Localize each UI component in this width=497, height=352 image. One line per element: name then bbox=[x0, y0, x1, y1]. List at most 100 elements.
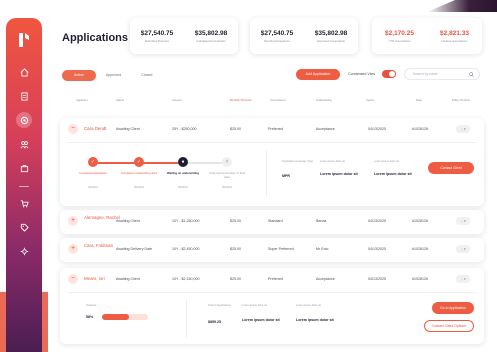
section-divider bbox=[186, 300, 187, 338]
stat-value: $27,540.75 bbox=[260, 29, 294, 37]
go-to-application-button[interactable]: Go to Application bbox=[432, 302, 474, 314]
carrier-cell: Banda bbox=[316, 219, 327, 223]
stat-label: Pending Acceptance bbox=[264, 38, 290, 43]
stat-calculated-commission: $35,802.98 Calculated Commission bbox=[195, 30, 228, 43]
step-label: Waiting on underwriting bbox=[167, 171, 199, 175]
stat-label: YTD Commission bbox=[388, 38, 411, 43]
tab-approved[interactable]: Approved bbox=[96, 70, 131, 81]
amount-cell: 10Y - $2,150,000 bbox=[172, 277, 200, 281]
stat-value: $27,540.75 bbox=[140, 29, 174, 37]
table-row[interactable]: − Mears, Iori Awaiting Client 10Y - $2,1… bbox=[60, 268, 484, 344]
stat-value: $35,802.98 bbox=[194, 29, 228, 37]
header-applicant[interactable]: Applicant bbox=[76, 98, 88, 102]
settings-icon[interactable] bbox=[16, 243, 32, 259]
row-actions-button[interactable]: ⋮ ▾ bbox=[456, 217, 470, 225]
progress-label: Progress bbox=[86, 304, 97, 307]
progress-value: 58% bbox=[86, 315, 94, 319]
header-commission[interactable]: Commission bbox=[270, 98, 285, 102]
table-row[interactable]: + Alemagne, Rachel Awaiting Client 10Y -… bbox=[60, 210, 484, 234]
search-input[interactable]: Search by name bbox=[404, 68, 480, 80]
step-label: Completed underwriting docs bbox=[120, 171, 158, 175]
stat-card-acceptance: $27,540.75 Pending Acceptance $35,802.98… bbox=[250, 18, 358, 54]
premium-cell: $25.00 bbox=[230, 127, 241, 131]
app-logo[interactable] bbox=[17, 32, 31, 48]
check-icon: ✓ bbox=[88, 157, 98, 167]
applicant-name[interactable]: Mears, Iori bbox=[84, 276, 105, 281]
expand-row-button[interactable]: + bbox=[68, 244, 78, 254]
meta-value: Lorem ipsum dolor sit bbox=[242, 318, 280, 322]
header-carrier[interactable]: Carrier bbox=[366, 98, 375, 102]
sidebar-divider bbox=[19, 186, 29, 187]
meta-label: Lorem ipsum dolor sit bbox=[374, 160, 399, 163]
date-cell: 04/13/2025 bbox=[368, 247, 386, 251]
home-icon[interactable] bbox=[16, 64, 32, 80]
stat-label: Submitted Premium bbox=[144, 38, 170, 43]
close-icon: × bbox=[222, 157, 232, 167]
table-row[interactable]: + Cara, Foldman Awaiting Delivery Date 1… bbox=[60, 238, 484, 262]
collapse-row-button[interactable]: − bbox=[68, 124, 78, 134]
stat-label: Lifetime Commission bbox=[441, 38, 468, 43]
users-icon[interactable] bbox=[16, 136, 32, 152]
carrier-cell: Mr Enio bbox=[316, 247, 329, 251]
cart-icon[interactable] bbox=[16, 195, 32, 211]
date-cell: 04/13/2025 bbox=[368, 219, 386, 223]
row-actions-button[interactable]: ⋮ ▾ bbox=[456, 275, 470, 283]
contact-client-options-button[interactable]: Contact Client Options bbox=[424, 320, 474, 332]
header-underwriting[interactable]: Underwriting bbox=[316, 98, 332, 102]
step-date: 05/12/21 bbox=[178, 186, 188, 189]
tag-icon[interactable] bbox=[16, 219, 32, 235]
class-cell: Standard bbox=[268, 219, 283, 223]
amount-cell: 10Y - $1,250,000 bbox=[172, 219, 200, 223]
applications-icon[interactable] bbox=[16, 112, 32, 128]
contact-client-button[interactable]: Contact Client bbox=[428, 162, 474, 174]
policy-cell: #1028126 bbox=[412, 219, 428, 223]
collapse-row-button[interactable]: − bbox=[68, 274, 78, 284]
meta-value: Lorem ipsum dolor sit bbox=[296, 318, 334, 322]
meta-value: Lorem ipsum dolor sit bbox=[320, 172, 358, 176]
add-application-button[interactable]: Add Application bbox=[296, 69, 340, 80]
stat-value: $35,802.98 bbox=[314, 29, 348, 37]
meta-label: Lorem ipsum dolor sit bbox=[242, 304, 267, 307]
premium-cell: $25.00 bbox=[230, 277, 241, 281]
document-icon[interactable] bbox=[16, 88, 32, 104]
header-amount[interactable]: Amount bbox=[172, 98, 182, 102]
row-divider bbox=[68, 292, 476, 293]
header-date[interactable]: Date bbox=[416, 98, 422, 102]
row-actions-button[interactable]: ⋮ ▾ bbox=[456, 245, 470, 253]
stat-label: Approved Commission bbox=[316, 38, 346, 43]
applicant-name[interactable]: Cara Dendt bbox=[84, 126, 106, 131]
policy-cell: #1028126 bbox=[412, 247, 428, 251]
stat-pending-acceptance: $27,540.75 Pending Acceptance bbox=[261, 30, 294, 43]
backdrop-corner bbox=[427, 0, 497, 12]
section-divider bbox=[266, 150, 267, 196]
header-status[interactable]: Status bbox=[116, 98, 124, 102]
tab-active[interactable]: Active bbox=[62, 69, 96, 81]
check-icon: ✓ bbox=[134, 157, 144, 167]
carrier-cell: Acceptance bbox=[316, 127, 335, 131]
row-divider bbox=[68, 142, 476, 143]
date-cell: 04/13/2025 bbox=[368, 277, 386, 281]
amount-cell: 10Y - $2,450,000 bbox=[172, 247, 200, 251]
table-row[interactable]: − Cara Dendt Awaiting Client 25Y - $250,… bbox=[60, 118, 484, 206]
stat-value: $2,821.33 bbox=[440, 29, 469, 37]
tab-closed[interactable]: Closed bbox=[131, 70, 162, 81]
carrier-cell: Acceptance bbox=[316, 277, 335, 281]
progress-bar bbox=[102, 314, 148, 320]
condensed-view-toggle[interactable] bbox=[382, 70, 396, 78]
step-date: 05/12/21 bbox=[134, 186, 144, 189]
expand-row-button[interactable]: + bbox=[68, 216, 78, 226]
class-cell: Super Preferred bbox=[268, 247, 294, 251]
status-cell: Awaiting Client bbox=[116, 127, 140, 131]
class-cell: Preferred bbox=[268, 127, 283, 131]
meta-label: Lorem ipsum dolor sit bbox=[296, 304, 321, 307]
row-actions-button[interactable]: ⋮ ▾ bbox=[456, 125, 470, 133]
stat-submitted-premium: $27,540.75 Submitted Premium bbox=[141, 30, 174, 43]
briefcase-icon[interactable] bbox=[16, 160, 32, 176]
header-premium[interactable]: Monthly Premium bbox=[230, 98, 252, 102]
date-cell: 04/13/2025 bbox=[368, 127, 386, 131]
page-title: Applications bbox=[62, 32, 129, 44]
header-policy[interactable]: Policy Number bbox=[452, 98, 470, 102]
table-header: Applicant Status Amount Monthly Premium … bbox=[62, 96, 482, 110]
stat-label: Calculated Commission bbox=[196, 38, 226, 43]
stat-lifetime-commission: $2,821.33 Lifetime Commission bbox=[440, 30, 469, 43]
